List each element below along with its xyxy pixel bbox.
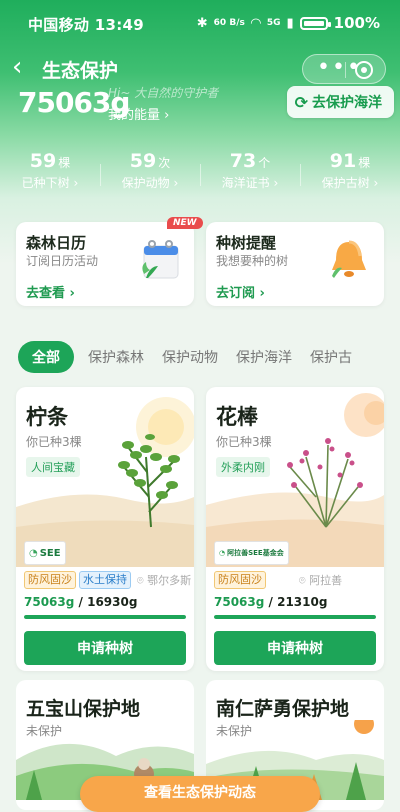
- protect-ocean-button[interactable]: ⟳ 去保护海洋: [286, 86, 394, 118]
- stats-row: 59 棵 已种下树 › 59 次 保护动物 › 73 个 海洋证书 › 91 棵 保护古…: [0, 150, 400, 196]
- refresh-icon: ⟳: [294, 92, 308, 112]
- location: ⌾ 鄂尔多斯: [137, 574, 192, 587]
- energy-summary: 75063g Hi~ 大自然的守护者 我的能量 ›: [18, 86, 218, 123]
- tab-protect-animals[interactable]: 保护动物: [162, 347, 218, 367]
- wifi-icon: ◠: [250, 15, 261, 31]
- org-logo: ◔ SEE: [24, 541, 66, 565]
- signal-icon: ▮: [286, 15, 294, 31]
- tab-all[interactable]: 全部: [18, 341, 74, 373]
- tree-card-ningtiao[interactable]: 柠条 你已种3棵 人间宝藏 ◔ SEE 防风固沙 水土保持 ⌾ 鄂尔多斯 7506…: [16, 387, 194, 671]
- bell-icon: [332, 240, 366, 278]
- network-type: 5G: [266, 18, 281, 28]
- energy-progress-text: 75063g / 21310g: [214, 595, 328, 609]
- navigation-bar: ‹ 生态保护 •••: [0, 52, 400, 84]
- area-status: 未保护: [26, 724, 63, 738]
- new-badge: NEW: [167, 217, 203, 229]
- battery-level: 100%: [333, 14, 380, 32]
- view-calendar-link[interactable]: 去查看 ›: [26, 282, 75, 301]
- plant-reminder-card[interactable]: 种树提醒 我想要种的树 去订阅 ›: [206, 222, 384, 306]
- energy-progress-text: 75063g / 16930g: [24, 595, 138, 609]
- status-bar: 中国移动 13:49 ✱ 60 B/s ◠ 5G ▮ 100%: [0, 0, 400, 48]
- bluetooth-icon: ✱: [196, 15, 208, 31]
- stat-animals-protected[interactable]: 59 次 保护动物 ›: [100, 150, 200, 196]
- stat-ocean-certificates[interactable]: 73 个 海洋证书 ›: [200, 150, 300, 196]
- energy-slogan: Hi~ 大自然的守护者: [108, 86, 219, 100]
- subscribe-link[interactable]: 去订阅 ›: [216, 282, 265, 301]
- carrier-time: 中国移动 13:49: [28, 16, 144, 34]
- miniapp-capsule: •••: [302, 54, 386, 84]
- apply-plant-button[interactable]: 申请种树: [214, 631, 376, 665]
- location-icon: ⌾: [137, 574, 144, 587]
- apply-plant-button[interactable]: 申请种树: [24, 631, 186, 665]
- energy-progress-bar: [214, 615, 376, 619]
- location-icon: ⌾: [299, 574, 306, 587]
- battery-icon: [299, 16, 331, 30]
- energy-label[interactable]: 我的能量 ›: [108, 104, 169, 123]
- stat-trees-planted[interactable]: 59 棵 已种下树 ›: [0, 150, 100, 196]
- plant-reminder-title: 种树提醒: [216, 234, 277, 252]
- tree-chip: 外柔内刚: [216, 457, 270, 477]
- category-tabs: 全部 保护森林 保护动物 保护海洋 保护古: [18, 341, 400, 375]
- tab-protect-forest[interactable]: 保护森林: [88, 347, 144, 367]
- view-eco-news-button[interactable]: 查看生态保护动态: [80, 776, 320, 812]
- org-logo: ◔ 阿拉善SEE基金会: [214, 541, 289, 565]
- tag-windbreak: 防风固沙: [24, 571, 76, 589]
- tag-windbreak: 防风固沙: [214, 571, 266, 589]
- tree-tags: 防风固沙 ⌾ 阿拉善: [214, 571, 342, 589]
- tab-protect-ocean[interactable]: 保护海洋: [236, 347, 292, 367]
- energy-progress-bar: [24, 615, 186, 619]
- close-miniapp-icon[interactable]: [355, 61, 373, 79]
- location: ⌾ 阿拉善: [299, 574, 343, 587]
- area-name: 南仁萨勇保护地: [216, 698, 350, 720]
- planted-count: 你已种3棵: [26, 435, 82, 449]
- forest-calendar-card[interactable]: 森林日历 订阅日历活动 去查看 ›: [16, 222, 194, 306]
- back-icon[interactable]: ‹: [12, 52, 22, 82]
- planted-count: 你已种3棵: [216, 435, 272, 449]
- forest-calendar-title: 森林日历: [26, 234, 87, 252]
- tree-chip: 人间宝藏: [26, 457, 80, 477]
- tree-name: 花棒: [216, 405, 258, 429]
- network-speed: 60 B/s: [213, 17, 245, 28]
- page-title: 生态保护: [42, 60, 119, 82]
- forest-calendar-subtitle: 订阅日历活动: [26, 254, 99, 268]
- tree-name: 柠条: [26, 405, 68, 429]
- tree-card-huabang[interactable]: 花棒 你已种3棵 外柔内刚 ◔ 阿拉善SEE基金会 防风固沙 ⌾ 阿拉善 7506…: [206, 387, 384, 671]
- area-name: 五宝山保护地: [26, 698, 141, 720]
- tree-tags: 防风固沙 水土保持 ⌾ 鄂尔多斯: [24, 571, 191, 589]
- area-status: 未保护: [216, 724, 253, 738]
- stat-ancient-trees[interactable]: 91 棵 保护古树 ›: [300, 150, 400, 196]
- tag-soil: 水土保持: [79, 571, 131, 589]
- calendar-icon: [142, 240, 179, 279]
- tab-protect-ancient[interactable]: 保护古: [310, 347, 352, 367]
- plant-reminder-subtitle: 我想要种的树: [216, 254, 289, 268]
